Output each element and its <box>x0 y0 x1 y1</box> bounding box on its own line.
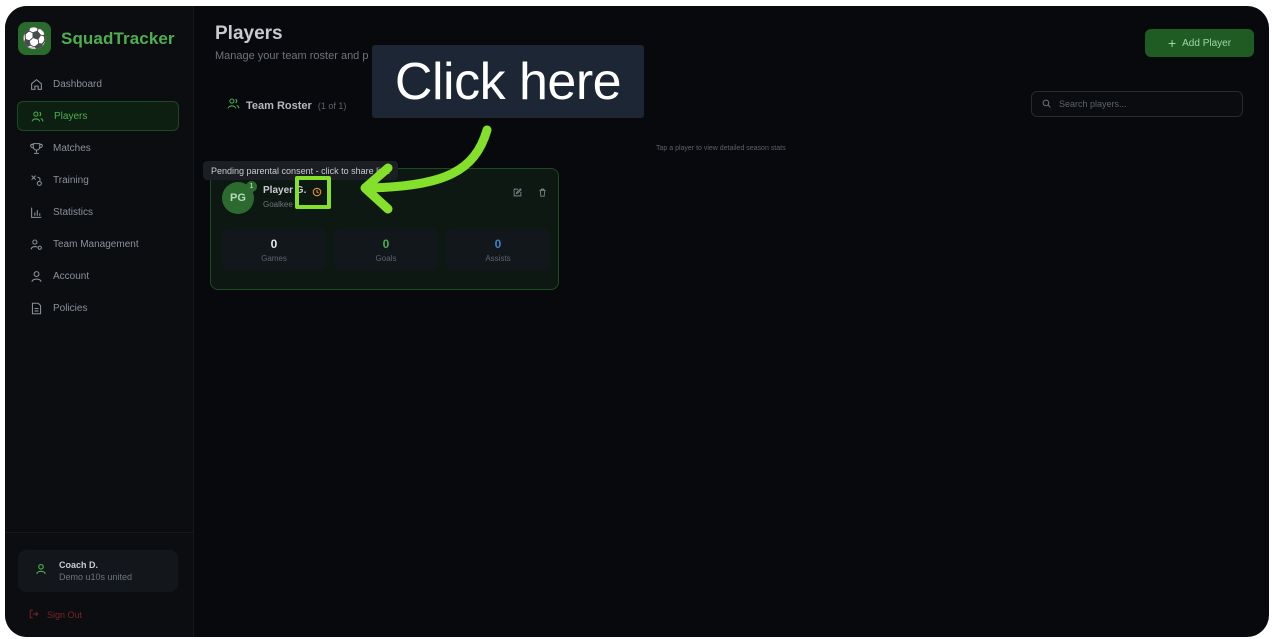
stat-goals: 0 Goals <box>334 229 438 270</box>
highlight-box <box>295 176 331 209</box>
app-name: SquadTracker <box>61 28 175 48</box>
search-input[interactable] <box>1059 99 1229 109</box>
user-name: Coach D. <box>59 560 99 570</box>
sidebar-item-account[interactable]: Account <box>17 261 179 291</box>
sidebar-item-matches[interactable]: Matches <box>17 133 179 163</box>
stat-label: Assists <box>485 253 511 263</box>
roster-title: Team Roster <box>246 100 312 112</box>
sidebar-item-players[interactable]: Players <box>17 101 179 131</box>
edit-icon <box>513 187 522 196</box>
stat-value: 0 <box>382 236 390 251</box>
player-stats: 0 Games 0 Goals 0 Assists <box>222 229 550 270</box>
app-window: ⚽ SquadTracker Dashboard Players Matches… <box>5 6 1269 637</box>
soccer-ball-logo-icon: ⚽ <box>18 22 51 55</box>
sidebar-item-label: Policies <box>53 302 88 314</box>
sidebar-item-team-management[interactable]: Team Management <box>17 229 179 259</box>
sign-out-label: Sign Out <box>47 610 83 620</box>
sidebar-item-statistics[interactable]: Statistics <box>17 197 179 227</box>
stat-value: 0 <box>270 236 278 251</box>
stat-assists: 0 Assists <box>446 229 550 270</box>
stat-value: 0 <box>494 236 502 251</box>
user-icon <box>29 269 43 283</box>
document-icon <box>29 301 43 315</box>
page-title: Players <box>215 23 283 44</box>
sidebar-item-label: Account <box>53 270 90 282</box>
click-here-callout: Click here <box>372 45 644 118</box>
home-icon <box>29 77 43 91</box>
user-team: Demo u10s united <box>59 572 133 582</box>
jersey-number-badge: 1 <box>246 181 257 192</box>
brand[interactable]: ⚽ SquadTracker <box>18 22 175 55</box>
stat-label: Goals <box>375 253 397 263</box>
add-player-button[interactable]: + Add Player <box>1145 29 1254 57</box>
users-icon <box>227 97 240 115</box>
delete-player-button[interactable] <box>535 185 549 199</box>
sidebar: ⚽ SquadTracker Dashboard Players Matches… <box>5 6 194 637</box>
user-profile-card[interactable]: Coach D. Demo u10s united <box>18 550 178 592</box>
sidebar-item-label: Training <box>53 174 89 186</box>
player-card[interactable]: PG 1 Player G. Goalkee 0 Games 0 Goals 0… <box>210 168 559 290</box>
sidebar-divider <box>5 532 194 533</box>
sidebar-item-label: Dashboard <box>53 78 102 90</box>
sidebar-item-dashboard[interactable]: Dashboard <box>17 69 179 99</box>
stat-games: 0 Games <box>222 229 326 270</box>
roster-count: (1 of 1) <box>317 101 347 111</box>
training-icon <box>29 173 43 187</box>
edit-player-button[interactable] <box>510 185 524 199</box>
user-icon <box>35 562 47 580</box>
sidebar-item-label: Matches <box>53 142 91 154</box>
sidebar-item-label: Team Management <box>53 238 139 250</box>
sidebar-nav: Dashboard Players Matches Training Stati… <box>17 69 179 325</box>
sidebar-item-training[interactable]: Training <box>17 165 179 195</box>
sign-out-button[interactable]: Sign Out <box>29 609 82 621</box>
sidebar-item-label: Players <box>54 110 88 122</box>
search-box[interactable] <box>1031 91 1243 117</box>
roster-header: Team Roster (1 of 1) <box>227 97 346 115</box>
sidebar-item-label: Statistics <box>53 206 94 218</box>
team-settings-icon <box>29 237 43 251</box>
logout-icon <box>29 609 39 621</box>
users-icon <box>30 109 44 123</box>
page-subtitle: Manage your team roster and p <box>215 50 369 62</box>
trophy-icon <box>29 141 43 155</box>
search-icon <box>1042 95 1051 113</box>
roster-hint: Tap a player to view detailed season sta… <box>656 145 786 152</box>
trash-icon <box>538 188 546 197</box>
plus-icon: + <box>1167 35 1177 51</box>
bar-chart-icon <box>29 205 43 219</box>
player-position: Goalkee <box>263 200 293 209</box>
sidebar-item-policies[interactable]: Policies <box>17 293 179 323</box>
add-player-label: Add Player <box>1182 37 1232 49</box>
stat-label: Games <box>261 253 287 263</box>
